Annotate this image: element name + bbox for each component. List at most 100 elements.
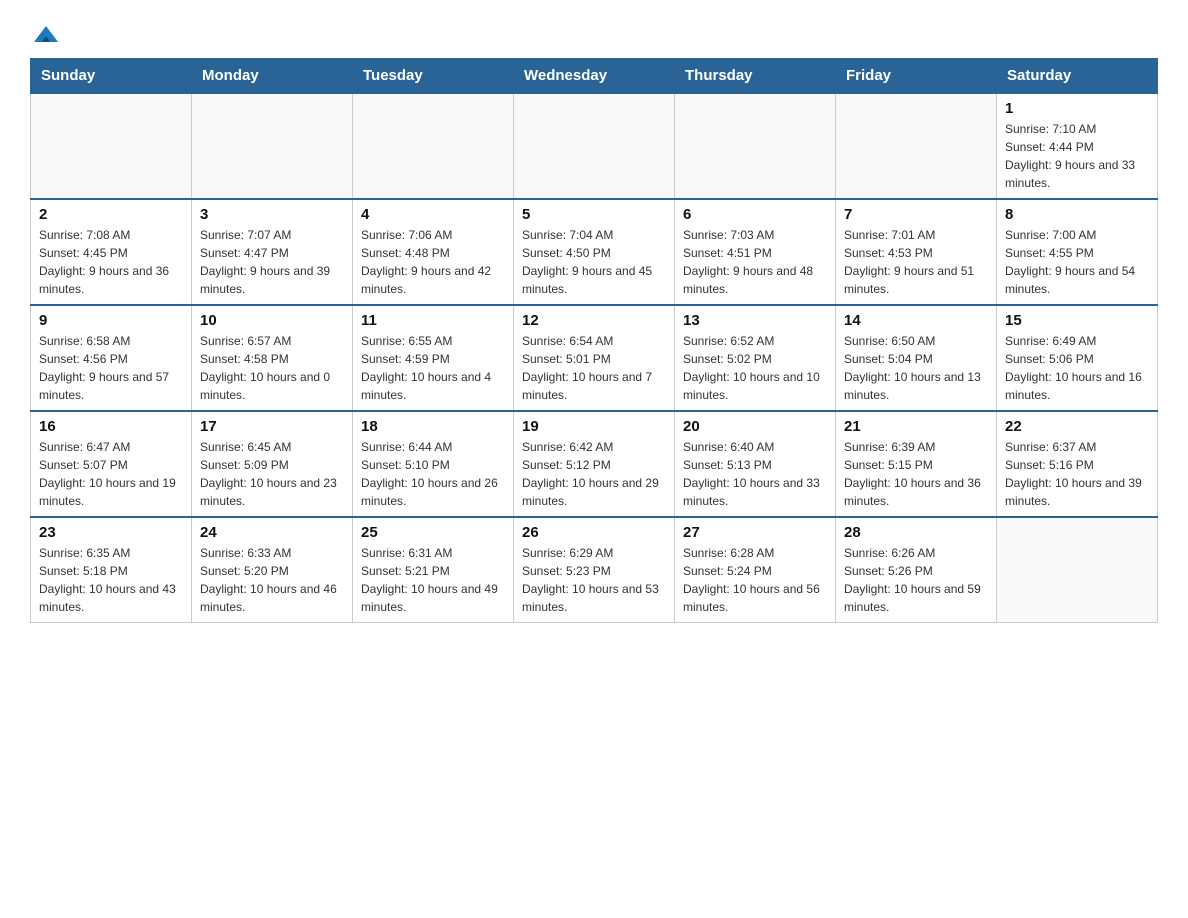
day-number: 17 [200,418,344,435]
calendar-cell: 13 Sunrise: 6:52 AMSunset: 5:02 PMDayligh… [675,305,836,411]
day-info: Sunrise: 6:54 AMSunset: 5:01 PMDaylight:… [522,332,666,404]
day-info: Sunrise: 7:01 AMSunset: 4:53 PMDaylight:… [844,226,988,298]
weekday-header-monday: Monday [192,59,353,94]
calendar-cell: 15 Sunrise: 6:49 AMSunset: 5:06 PMDayligh… [997,305,1158,411]
day-info: Sunrise: 6:33 AMSunset: 5:20 PMDaylight:… [200,544,344,616]
day-number: 9 [39,312,183,329]
day-number: 8 [1005,206,1149,223]
calendar-cell: 5 Sunrise: 7:04 AMSunset: 4:50 PMDaylight… [514,199,675,305]
calendar-cell: 12Sunrise: 6:54 AMSunset: 5:01 PMDayligh… [514,305,675,411]
day-number: 7 [844,206,988,223]
calendar-cell [514,93,675,199]
day-number: 4 [361,206,505,223]
day-number: 6 [683,206,827,223]
day-number: 3 [200,206,344,223]
day-info: Sunrise: 6:58 AMSunset: 4:56 PMDaylight:… [39,332,183,404]
day-info: Sunrise: 6:44 AMSunset: 5:10 PMDaylight:… [361,438,505,510]
calendar-cell [31,93,192,199]
calendar-cell: 20 Sunrise: 6:40 AMSunset: 5:13 PMDayligh… [675,411,836,517]
day-info: Sunrise: 6:47 AMSunset: 5:07 PMDaylight:… [39,438,183,510]
calendar-table: SundayMondayTuesdayWednesdayThursdayFrid… [30,58,1158,623]
day-info: Sunrise: 7:08 AMSunset: 4:45 PMDaylight:… [39,226,183,298]
day-number: 26 [522,524,666,541]
calendar-week-3: 9 Sunrise: 6:58 AMSunset: 4:56 PMDaylight… [31,305,1158,411]
calendar-cell: 11 Sunrise: 6:55 AMSunset: 4:59 PMDayligh… [353,305,514,411]
calendar-cell: 14 Sunrise: 6:50 AMSunset: 5:04 PMDayligh… [836,305,997,411]
day-info: Sunrise: 6:29 AMSunset: 5:23 PMDaylight:… [522,544,666,616]
day-number: 2 [39,206,183,223]
calendar-cell: 17 Sunrise: 6:45 AMSunset: 5:09 PMDayligh… [192,411,353,517]
calendar-cell: 16 Sunrise: 6:47 AMSunset: 5:07 PMDayligh… [31,411,192,517]
day-info: Sunrise: 6:31 AMSunset: 5:21 PMDaylight:… [361,544,505,616]
calendar-cell: 6 Sunrise: 7:03 AMSunset: 4:51 PMDaylight… [675,199,836,305]
day-info: Sunrise: 6:50 AMSunset: 5:04 PMDaylight:… [844,332,988,404]
day-number: 24 [200,524,344,541]
calendar-cell: 9 Sunrise: 6:58 AMSunset: 4:56 PMDaylight… [31,305,192,411]
day-number: 15 [1005,312,1149,329]
day-number: 16 [39,418,183,435]
logo-icon [32,20,60,48]
calendar-cell: 7 Sunrise: 7:01 AMSunset: 4:53 PMDaylight… [836,199,997,305]
weekday-header-tuesday: Tuesday [353,59,514,94]
day-info: Sunrise: 6:35 AMSunset: 5:18 PMDaylight:… [39,544,183,616]
weekday-header-sunday: Sunday [31,59,192,94]
day-info: Sunrise: 6:39 AMSunset: 5:15 PMDaylight:… [844,438,988,510]
day-number: 11 [361,312,505,329]
logo [30,20,62,48]
calendar-cell [353,93,514,199]
day-info: Sunrise: 6:28 AMSunset: 5:24 PMDaylight:… [683,544,827,616]
day-info: Sunrise: 7:07 AMSunset: 4:47 PMDaylight:… [200,226,344,298]
calendar-cell: 4 Sunrise: 7:06 AMSunset: 4:48 PMDaylight… [353,199,514,305]
day-info: Sunrise: 6:45 AMSunset: 5:09 PMDaylight:… [200,438,344,510]
calendar-cell: 19 Sunrise: 6:42 AMSunset: 5:12 PMDayligh… [514,411,675,517]
day-info: Sunrise: 6:55 AMSunset: 4:59 PMDaylight:… [361,332,505,404]
calendar-cell: 24 Sunrise: 6:33 AMSunset: 5:20 PMDayligh… [192,517,353,623]
calendar-cell: 3 Sunrise: 7:07 AMSunset: 4:47 PMDaylight… [192,199,353,305]
weekday-header-friday: Friday [836,59,997,94]
calendar-cell: 10 Sunrise: 6:57 AMSunset: 4:58 PMDayligh… [192,305,353,411]
day-info: Sunrise: 7:10 AMSunset: 4:44 PMDaylight:… [1005,120,1149,192]
day-info: Sunrise: 6:40 AMSunset: 5:13 PMDaylight:… [683,438,827,510]
calendar-cell: 2 Sunrise: 7:08 AMSunset: 4:45 PMDaylight… [31,199,192,305]
day-info: Sunrise: 6:42 AMSunset: 5:12 PMDaylight:… [522,438,666,510]
calendar-cell: 22 Sunrise: 6:37 AMSunset: 5:16 PMDayligh… [997,411,1158,517]
calendar-header: SundayMondayTuesdayWednesdayThursdayFrid… [31,59,1158,94]
calendar-cell: 28Sunrise: 6:26 AMSunset: 5:26 PMDayligh… [836,517,997,623]
calendar-cell [997,517,1158,623]
weekday-header-wednesday: Wednesday [514,59,675,94]
day-info: Sunrise: 6:37 AMSunset: 5:16 PMDaylight:… [1005,438,1149,510]
day-number: 14 [844,312,988,329]
day-info: Sunrise: 7:06 AMSunset: 4:48 PMDaylight:… [361,226,505,298]
day-info: Sunrise: 6:49 AMSunset: 5:06 PMDaylight:… [1005,332,1149,404]
day-number: 10 [200,312,344,329]
day-number: 25 [361,524,505,541]
calendar-cell [192,93,353,199]
day-number: 21 [844,418,988,435]
day-number: 5 [522,206,666,223]
calendar-cell: 26 Sunrise: 6:29 AMSunset: 5:23 PMDayligh… [514,517,675,623]
calendar-cell: 8 Sunrise: 7:00 AMSunset: 4:55 PMDaylight… [997,199,1158,305]
weekday-header-saturday: Saturday [997,59,1158,94]
day-number: 19 [522,418,666,435]
day-info: Sunrise: 7:03 AMSunset: 4:51 PMDaylight:… [683,226,827,298]
calendar-body: 1Sunrise: 7:10 AMSunset: 4:44 PMDaylight… [31,93,1158,623]
day-number: 28 [844,524,988,541]
calendar-cell: 18Sunrise: 6:44 AMSunset: 5:10 PMDayligh… [353,411,514,517]
calendar-cell: 21 Sunrise: 6:39 AMSunset: 5:15 PMDayligh… [836,411,997,517]
calendar-cell: 1Sunrise: 7:10 AMSunset: 4:44 PMDaylight… [997,93,1158,199]
calendar-cell: 25 Sunrise: 6:31 AMSunset: 5:21 PMDayligh… [353,517,514,623]
day-number: 20 [683,418,827,435]
day-info: Sunrise: 7:04 AMSunset: 4:50 PMDaylight:… [522,226,666,298]
page-header [30,20,1158,48]
calendar-week-1: 1Sunrise: 7:10 AMSunset: 4:44 PMDaylight… [31,93,1158,199]
weekday-header-thursday: Thursday [675,59,836,94]
day-number: 13 [683,312,827,329]
day-info: Sunrise: 6:52 AMSunset: 5:02 PMDaylight:… [683,332,827,404]
calendar-cell [675,93,836,199]
day-info: Sunrise: 6:57 AMSunset: 4:58 PMDaylight:… [200,332,344,404]
day-number: 27 [683,524,827,541]
day-info: Sunrise: 7:00 AMSunset: 4:55 PMDaylight:… [1005,226,1149,298]
calendar-cell: 27 Sunrise: 6:28 AMSunset: 5:24 PMDayligh… [675,517,836,623]
day-number: 22 [1005,418,1149,435]
day-number: 23 [39,524,183,541]
